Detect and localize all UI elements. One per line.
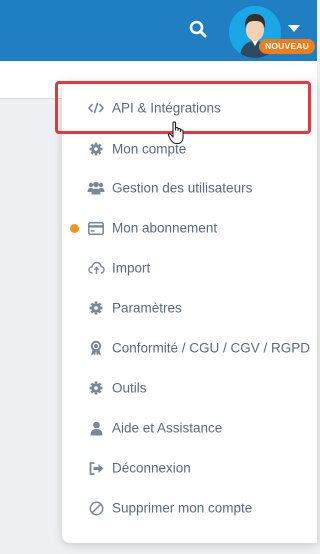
menu-item-gestion-utilisateurs[interactable]: Gestion des utilisateurs: [62, 168, 317, 208]
account-dropdown-menu: API & Intégrations Mon compte Gestion de…: [62, 81, 317, 543]
menu-item-supprimer-compte[interactable]: Supprimer mon compte: [62, 488, 317, 528]
chevron-down-icon[interactable]: [288, 25, 300, 32]
menu-item-label: Supprimer mon compte: [112, 500, 253, 516]
users-icon: [87, 180, 105, 196]
menu-item-label: Mon abonnement: [112, 220, 218, 236]
code-icon: [87, 100, 105, 116]
search-icon[interactable]: [188, 19, 208, 39]
menu-item-parametres[interactable]: Paramètres: [62, 288, 317, 328]
credit-card-icon: [87, 220, 105, 236]
ban-icon: [87, 500, 105, 516]
gear-icon: [87, 300, 105, 316]
award-icon: [87, 340, 105, 356]
menu-item-deconnexion[interactable]: Déconnexion: [62, 448, 317, 488]
menu-item-label: Outils: [112, 380, 147, 396]
menu-item-label: Conformité / CGU / CGV / RGPD: [112, 340, 311, 356]
menu-item-outils[interactable]: Outils: [62, 368, 317, 408]
user-icon: [87, 420, 105, 436]
new-badge: NOUVEAU: [259, 39, 315, 54]
menu-item-import[interactable]: Import: [62, 248, 317, 288]
cloud-upload-icon: [87, 260, 105, 276]
menu-item-label: Import: [112, 260, 151, 276]
menu-item-conformite[interactable]: Conformité / CGU / CGV / RGPD: [62, 328, 317, 368]
sign-out-icon: [87, 460, 105, 476]
menu-item-label: Mon compte: [112, 141, 187, 157]
menu-item-label: Déconnexion: [112, 460, 191, 476]
menu-item-mon-abonnement[interactable]: Mon abonnement: [62, 208, 317, 248]
menu-item-aide-assistance[interactable]: Aide et Assistance: [62, 408, 317, 448]
menu-item-label: Paramètres: [112, 300, 182, 316]
menu-item-label: API & Intégrations: [112, 100, 221, 116]
notification-dot: [70, 224, 79, 233]
menu-item-label: Aide et Assistance: [112, 420, 223, 436]
menu-item-label: Gestion des utilisateurs: [112, 180, 253, 196]
menu-item-api-integrations[interactable]: API & Intégrations: [62, 88, 317, 128]
gear-icon: [87, 141, 105, 157]
menu-item-mon-compte[interactable]: Mon compte: [62, 129, 317, 169]
gear-icon: [87, 380, 105, 396]
